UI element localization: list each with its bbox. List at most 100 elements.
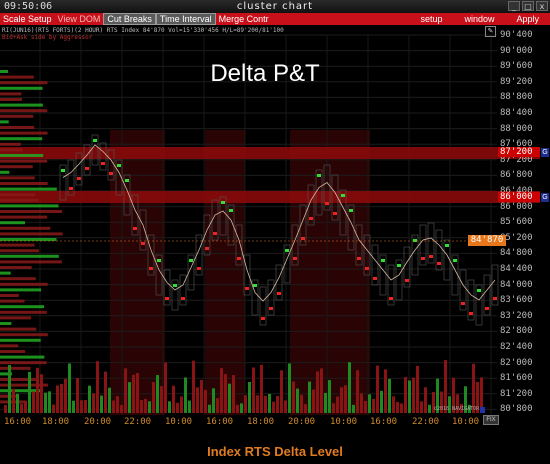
volume-bar	[316, 371, 319, 413]
volume-profile-bar	[0, 338, 41, 342]
menu-apply[interactable]: Apply	[513, 13, 542, 25]
delta-cell	[61, 169, 65, 172]
volume-profile-bar	[0, 142, 21, 146]
volume-bar	[368, 394, 371, 413]
volume-profile-bar	[0, 176, 35, 180]
level-tag-upper[interactable]: G	[541, 148, 549, 157]
menu-setup[interactable]: setup	[417, 13, 445, 25]
price-axis: 90'400 90'000 89'600 89'200 88'800 88'400 88'0…	[497, 25, 550, 420]
volume-bar	[64, 378, 67, 413]
price-tick-label: 85'600	[500, 217, 533, 228]
volume-bar	[120, 404, 123, 413]
volume-bar	[240, 403, 243, 413]
volume-bar	[56, 385, 59, 413]
delta-cell	[309, 217, 313, 220]
price-tick-label: 80'800	[500, 404, 533, 415]
delta-cell	[485, 307, 489, 310]
volume-bar	[200, 379, 203, 413]
volume-bar	[188, 400, 191, 413]
volume-bar	[352, 404, 355, 413]
volume-bar	[32, 391, 35, 413]
time-tick-label: 18:00	[247, 417, 275, 427]
volume-profile-bar	[0, 254, 59, 258]
volume-bar	[276, 395, 279, 413]
volume-bar	[36, 367, 39, 413]
volume-profile-bar	[0, 294, 19, 297]
price-tick-label: 88'400	[500, 108, 533, 118]
menu-merge-contr[interactable]: Merge Contr	[216, 13, 272, 25]
volume-bar	[140, 400, 143, 413]
volume-bar	[52, 404, 55, 413]
delta-cell	[101, 162, 105, 165]
volume-bar	[268, 393, 271, 413]
menu-view-dom[interactable]: View DOM	[55, 13, 104, 25]
delta-cell	[397, 264, 401, 267]
menu-window[interactable]: window	[461, 13, 497, 25]
delta-cell	[245, 287, 249, 290]
volume-bar	[80, 400, 83, 413]
volume-profile-bar	[0, 322, 12, 325]
price-tick-label: 82'000	[500, 357, 533, 368]
time-tick-label: 16:00	[206, 417, 234, 427]
maximize-button[interactable]: □	[522, 1, 534, 11]
delta-cell	[365, 267, 369, 270]
price-tick-label: 89'200	[500, 76, 533, 87]
scroll-marker-icon[interactable]	[480, 407, 485, 413]
minimize-button[interactable]: _	[508, 1, 520, 11]
delta-cell	[421, 257, 425, 260]
volume-bar	[108, 387, 111, 413]
volume-bar	[152, 382, 155, 413]
level-tag-lower[interactable]: G	[541, 193, 549, 202]
volume-bar	[228, 383, 231, 413]
volume-bar	[296, 388, 299, 413]
delta-cell	[205, 247, 209, 250]
volume-bar	[416, 365, 419, 413]
volume-bar	[332, 403, 335, 413]
volume-bar	[112, 400, 115, 413]
delta-cell	[237, 257, 241, 260]
volume-bar	[340, 387, 343, 413]
price-tick-label: 88'800	[500, 92, 533, 103]
volume-profile-bar	[0, 243, 35, 247]
volume-profile-bar	[0, 103, 43, 107]
volume-bar	[192, 360, 195, 413]
volume-bar	[336, 396, 339, 413]
menu-time-interval[interactable]: Time Interval	[155, 13, 216, 25]
volume-bar	[324, 392, 327, 413]
volume-bar	[288, 363, 291, 413]
volume-bar	[404, 377, 407, 413]
menu-cut-breaks[interactable]: Cut Breaks	[103, 13, 156, 25]
close-button[interactable]: x	[536, 1, 548, 11]
delta-cell	[269, 307, 273, 310]
volume-bar	[60, 383, 63, 413]
volume-bar	[132, 374, 135, 413]
pencil-icon[interactable]: ✎	[485, 26, 496, 37]
volume-profile-bar	[0, 378, 37, 381]
volume-bar	[236, 404, 239, 413]
delta-cell	[109, 172, 113, 175]
volume-profile-bar	[0, 260, 62, 264]
delta-cell	[349, 209, 353, 212]
volume-bar	[408, 380, 411, 413]
volume-profile-bar	[0, 75, 34, 79]
volume-bar	[232, 375, 235, 413]
delta-cell	[381, 259, 385, 262]
volume-bar	[212, 388, 215, 413]
fix-button[interactable]: FIX	[483, 415, 499, 425]
volume-profile-bar	[0, 98, 23, 101]
volume-profile-bar	[0, 221, 26, 225]
menu-scale-setup[interactable]: Scale Setup	[0, 13, 55, 25]
volume-bar	[320, 368, 323, 413]
volume-bar	[344, 385, 347, 413]
volume-profile-bar	[0, 182, 48, 185]
volume-bar	[164, 362, 167, 413]
volume-bar	[356, 370, 359, 413]
session-shade	[110, 130, 165, 415]
price-tick-label: 89'600	[500, 61, 533, 72]
delta-cell	[85, 167, 89, 170]
delta-cell	[77, 177, 81, 180]
volume-bar	[172, 385, 175, 413]
volume-bar	[176, 402, 179, 413]
volume-bar	[220, 368, 223, 413]
volume-bar	[264, 395, 267, 413]
